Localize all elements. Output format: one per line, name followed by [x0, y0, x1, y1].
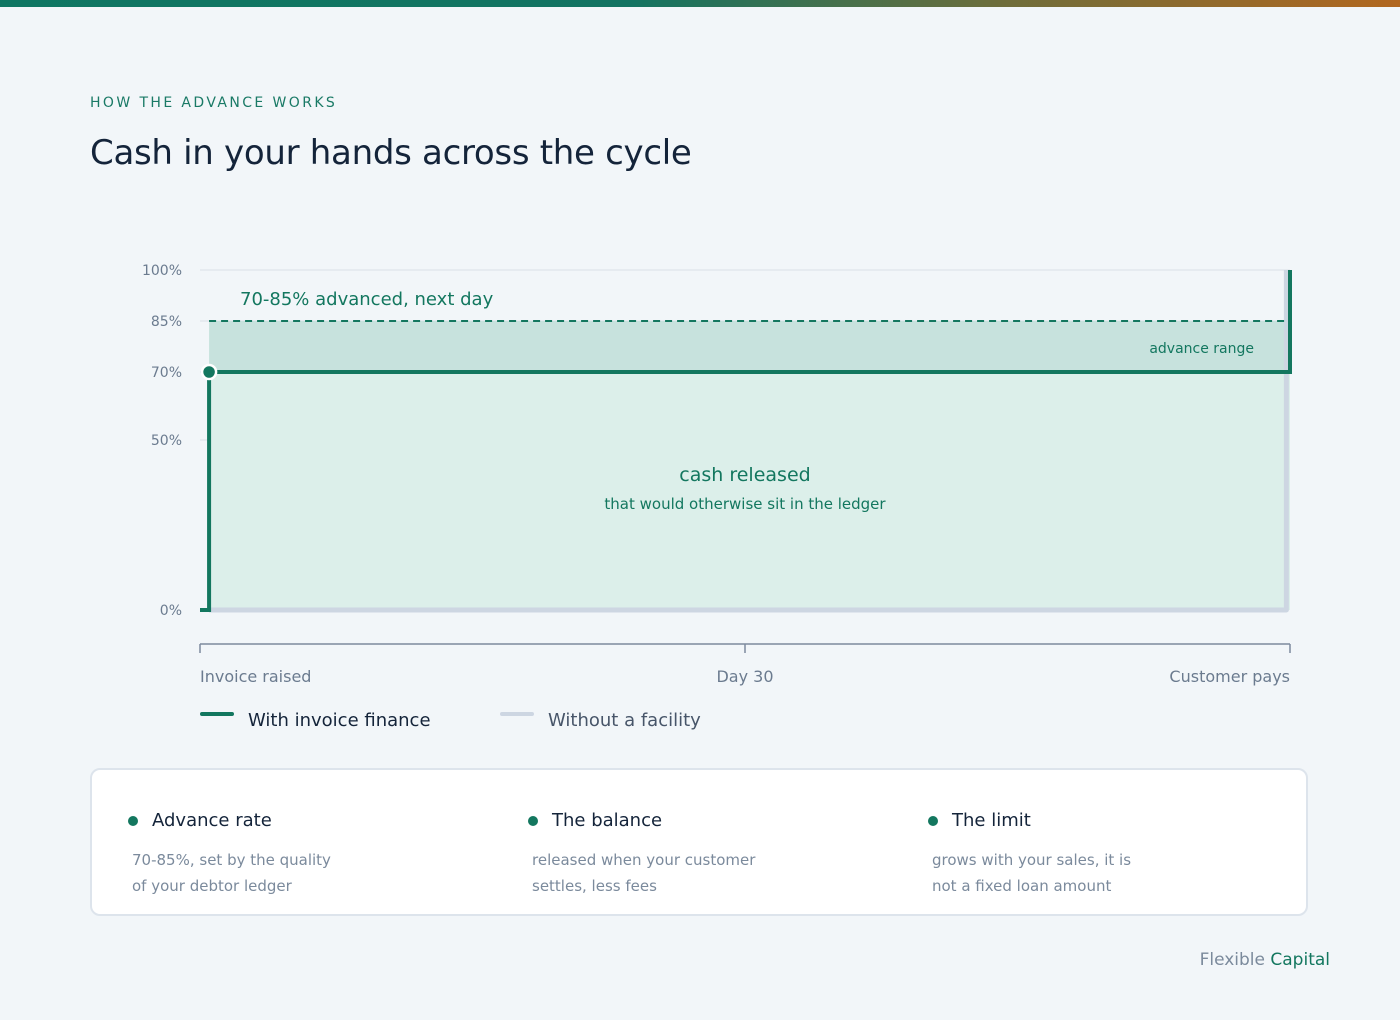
legend-swatch-with: [200, 712, 234, 716]
legend-with-invoice-finance: With invoice finance: [200, 706, 431, 734]
advance-range-label: advance range: [1149, 341, 1254, 357]
card-desc-line: of your debtor ledger: [132, 877, 292, 895]
card-heading: The balance: [552, 810, 663, 831]
x-tick-label: Invoice raised: [200, 667, 311, 686]
card-desc-line: not a fixed loan amount: [932, 877, 1112, 895]
brand-word-b: Capital: [1270, 950, 1330, 970]
card-description: released when your customer settles, les…: [532, 847, 802, 899]
card-heading: The limit: [952, 810, 1031, 831]
y-tick-label: 0%: [160, 603, 182, 619]
card-description: grows with your sales, it is not a fixed…: [932, 847, 1202, 899]
brand-wordmark: Flexible Capital: [1200, 950, 1330, 970]
card-desc-line: grows with your sales, it is: [932, 851, 1132, 869]
brand-word-a: Flexible: [1199, 950, 1265, 970]
cash-released-label: cash released: [679, 464, 810, 486]
card-description: 70-85%, set by the quality of your debto…: [132, 847, 402, 899]
advance-point-marker: [200, 363, 218, 381]
bullet-dot-icon: [928, 815, 938, 826]
card-desc-line: released when your customer: [532, 851, 756, 869]
legend-label-without: Without a facility: [548, 709, 701, 731]
cash-cycle-chart: 0% 50% 70% 85% 100% 70-85% advanced, next day…: [142, 263, 1292, 686]
card-item-advance-rate: Advance rate 70-85%, set by the quality …: [92, 810, 412, 899]
card-heading: Advance rate: [152, 810, 272, 831]
legend-without-facility: Without a facility: [500, 706, 701, 734]
card-item-the-balance: The balance released when your customer …: [492, 810, 812, 899]
y-tick-label: 70%: [151, 365, 182, 381]
y-tick-label: 85%: [151, 314, 182, 330]
advance-range-band: [209, 321, 1290, 372]
y-tick-label: 100%: [142, 263, 182, 279]
card-desc-line: 70-85%, set by the quality: [132, 851, 331, 869]
card-desc-line: settles, less fees: [532, 877, 657, 895]
x-tick-label: Day 30: [716, 667, 773, 686]
y-tick-label: 50%: [151, 433, 182, 449]
x-tick-label: Customer pays: [1169, 667, 1290, 686]
cash-released-sublabel: that would otherwise sit in the ledger: [604, 495, 886, 513]
bullet-dot-icon: [128, 815, 138, 826]
card-item-the-limit: The limit grows with your sales, it is n…: [892, 810, 1212, 899]
bullet-dot-icon: [528, 815, 538, 826]
legend-label-with: With invoice finance: [248, 709, 431, 731]
cash-released-area: [209, 372, 1290, 610]
advance-annotation: 70-85% advanced, next day: [240, 289, 494, 310]
legend-swatch-without: [500, 712, 534, 716]
explainer-card: Advance rate 70-85%, set by the quality …: [90, 768, 1308, 916]
